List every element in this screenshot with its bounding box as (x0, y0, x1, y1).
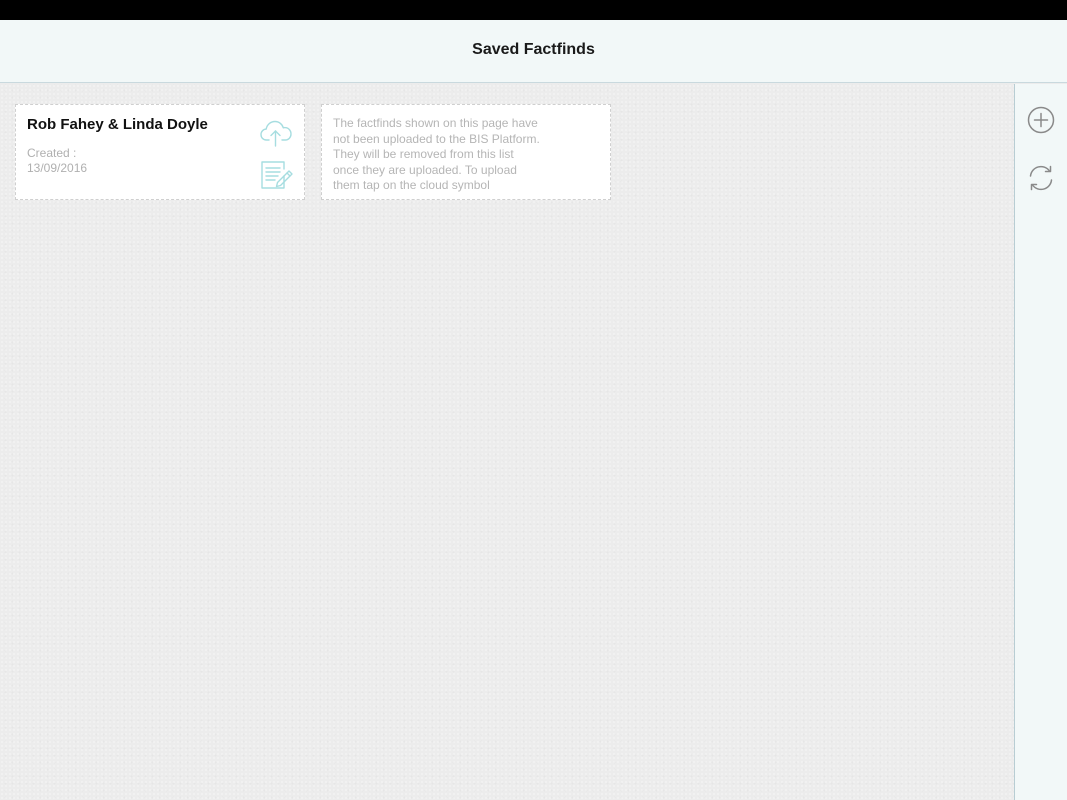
edit-document-icon[interactable] (258, 158, 294, 194)
cloud-upload-icon[interactable] (258, 115, 294, 151)
info-card: The factfinds shown on this page have no… (321, 104, 611, 200)
status-bar (0, 0, 1067, 20)
created-label: Created : (27, 146, 77, 160)
side-panel (1014, 84, 1067, 800)
created-date: 13/09/2016 (27, 161, 88, 175)
page-title: Saved Factfinds (472, 41, 595, 58)
factfind-card[interactable]: Rob Fahey & Linda Doyle Created : 13/09/… (15, 104, 305, 200)
info-text: The factfinds shown on this page have no… (333, 116, 540, 193)
client-name: Rob Fahey & Linda Doyle (27, 116, 208, 133)
refresh-icon[interactable] (1025, 162, 1057, 194)
nav-bar: Saved Factfinds (0, 20, 1067, 83)
plus-circle-icon[interactable] (1025, 104, 1057, 136)
